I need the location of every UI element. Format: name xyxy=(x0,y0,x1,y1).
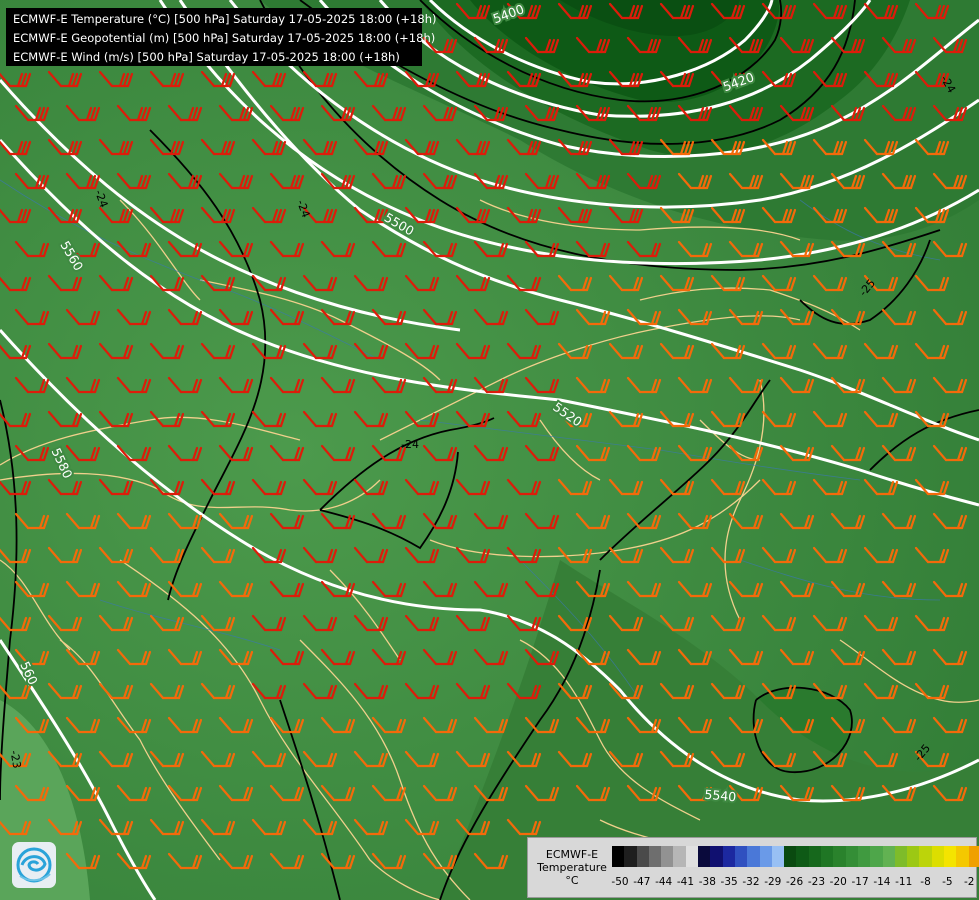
legend-label-variable: Temperature xyxy=(537,861,607,874)
legend-swatch xyxy=(821,846,834,867)
legend-swatch xyxy=(833,846,846,867)
map-canvas: 5400542055005520554055605580560-24 -24-24… xyxy=(0,0,979,900)
legend-ticks: -50 -47 -44 -41 -38 -35 -32 -29 -26 -23 -20 -17 -14-… xyxy=(611,876,975,890)
legend-swatch xyxy=(845,846,858,867)
ecmwf-logo-icon xyxy=(12,842,56,888)
legend-tick: -38 xyxy=(698,876,716,888)
legend-swatch xyxy=(796,846,809,867)
legend-swatch xyxy=(956,846,969,867)
legend-swatch xyxy=(771,846,785,867)
legend-swatch xyxy=(944,846,957,867)
legend-label-model: ECMWF-E xyxy=(545,848,599,861)
legend-tick: -11 xyxy=(895,876,913,888)
legend-swatch xyxy=(919,846,932,867)
legend-swatch xyxy=(734,846,748,867)
legend-swatch xyxy=(685,846,699,867)
title-geopotential: ECMWF-E Geopotential (m) [500 hPa] Satur… xyxy=(13,31,436,45)
legend-swatch xyxy=(857,846,871,867)
legend-swatch xyxy=(870,846,883,867)
legend-tick: -20 xyxy=(829,876,847,888)
legend-swatch xyxy=(661,846,674,867)
legend-tick: -17 xyxy=(851,876,869,888)
legend-swatch xyxy=(722,846,735,867)
legend-tick: -41 xyxy=(676,876,695,888)
legend-label-unit: °C xyxy=(565,874,579,887)
legend-label: ECMWF-E Temperature °C xyxy=(531,848,613,887)
legend-swatch xyxy=(968,846,979,867)
weather-map: 5400 5420 5500 5520 5540 5560 5580 560 -24 -24 -24… xyxy=(0,0,979,900)
geopotential-label: 5540 xyxy=(704,787,737,805)
legend-tick: -26 xyxy=(786,876,804,888)
legend-swatch xyxy=(636,846,649,867)
legend-tick: -50 xyxy=(611,876,629,888)
legend-tick: -14 xyxy=(873,876,891,888)
isotherm-label: -24 xyxy=(401,438,419,451)
legend-tick: -8 xyxy=(920,876,931,888)
legend-tick: -2 xyxy=(963,876,975,888)
legend-swatch xyxy=(648,846,662,867)
legend-swatch xyxy=(612,846,625,867)
legend-swatch xyxy=(747,846,760,867)
legend-swatch xyxy=(882,846,895,867)
legend-tick: -44 xyxy=(655,876,673,888)
legend-tick: -47 xyxy=(633,876,651,888)
legend-swatch xyxy=(673,846,686,867)
title-wind: ECMWF-E Wind (m/s) [500 hPa] Saturday 17… xyxy=(13,50,400,64)
legend-swatch xyxy=(931,846,945,867)
title-temperature: ECMWF-E Temperature (°C) [500 hPa] Satur… xyxy=(13,12,437,26)
legend-swatch xyxy=(907,846,920,867)
legend-tick: -5 xyxy=(942,876,953,888)
legend-swatch xyxy=(759,846,772,867)
legend-tick: -35 xyxy=(720,876,738,888)
legend-swatch xyxy=(894,846,908,867)
legend-tick: -29 xyxy=(764,876,782,888)
legend-swatch xyxy=(624,846,637,867)
temperature-legend: ECMWF-E Temperature °C -50 -47 -44 -41 -38 -3… xyxy=(527,837,979,898)
map-title-box: ECMWF-E Temperature (°C) [500 hPa] Satur… xyxy=(6,8,437,66)
legend-tick: -23 xyxy=(807,876,825,888)
legend-color-scale xyxy=(612,846,979,867)
legend-swatch xyxy=(784,846,797,867)
legend-swatch xyxy=(808,846,822,867)
legend-swatch xyxy=(698,846,711,867)
legend-tick: -32 xyxy=(742,876,760,888)
legend-swatch xyxy=(710,846,723,867)
